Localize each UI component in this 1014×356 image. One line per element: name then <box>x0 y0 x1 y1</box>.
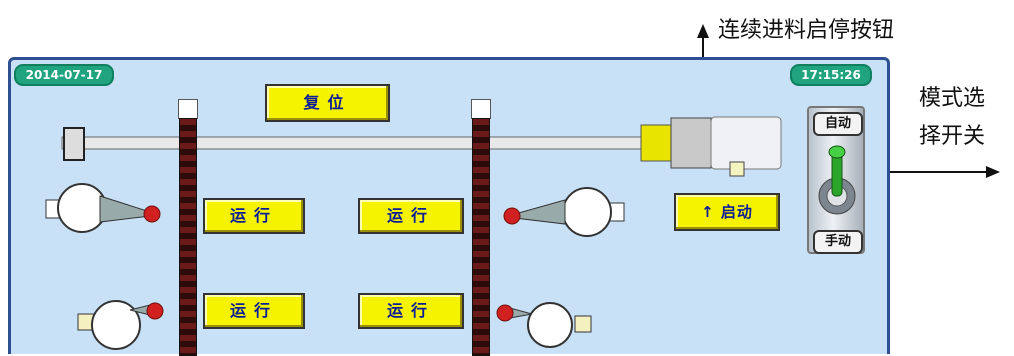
shaft <box>61 136 653 150</box>
start-button[interactable]: ↑ 启动 <box>674 193 780 231</box>
pulley-left-bottom <box>77 300 164 350</box>
mode-auto-label: 自动 <box>813 112 863 136</box>
reset-button[interactable]: 复位 <box>265 84 390 122</box>
run-button-right-top[interactable]: 运行 <box>358 198 464 234</box>
motor-body <box>710 116 782 170</box>
motor-coupling <box>640 124 672 162</box>
chain-right <box>472 118 490 356</box>
run-button-right-bottom[interactable]: 运行 <box>358 293 464 329</box>
pulley-right-bottom <box>496 302 592 348</box>
motor-terminal <box>729 161 745 177</box>
pulley-left-top <box>45 183 161 233</box>
chain-left-cap <box>178 99 198 119</box>
mode-manual-label: 手动 <box>813 230 863 254</box>
run-button-left-top[interactable]: 运行 <box>203 198 305 234</box>
shaft-end-coupling <box>63 127 85 161</box>
start-arrow-icon: ↑ <box>701 203 715 221</box>
chain-right-cap <box>471 99 491 119</box>
start-button-label: 启动 <box>720 203 753 221</box>
pulley-right-top <box>503 187 625 237</box>
mode-switch[interactable]: 自动 手动 <box>807 106 865 254</box>
gearbox <box>670 117 712 169</box>
run-button-left-bottom[interactable]: 运行 <box>203 293 305 329</box>
toggle-lever-icon <box>818 145 856 215</box>
chain-left <box>179 118 197 356</box>
